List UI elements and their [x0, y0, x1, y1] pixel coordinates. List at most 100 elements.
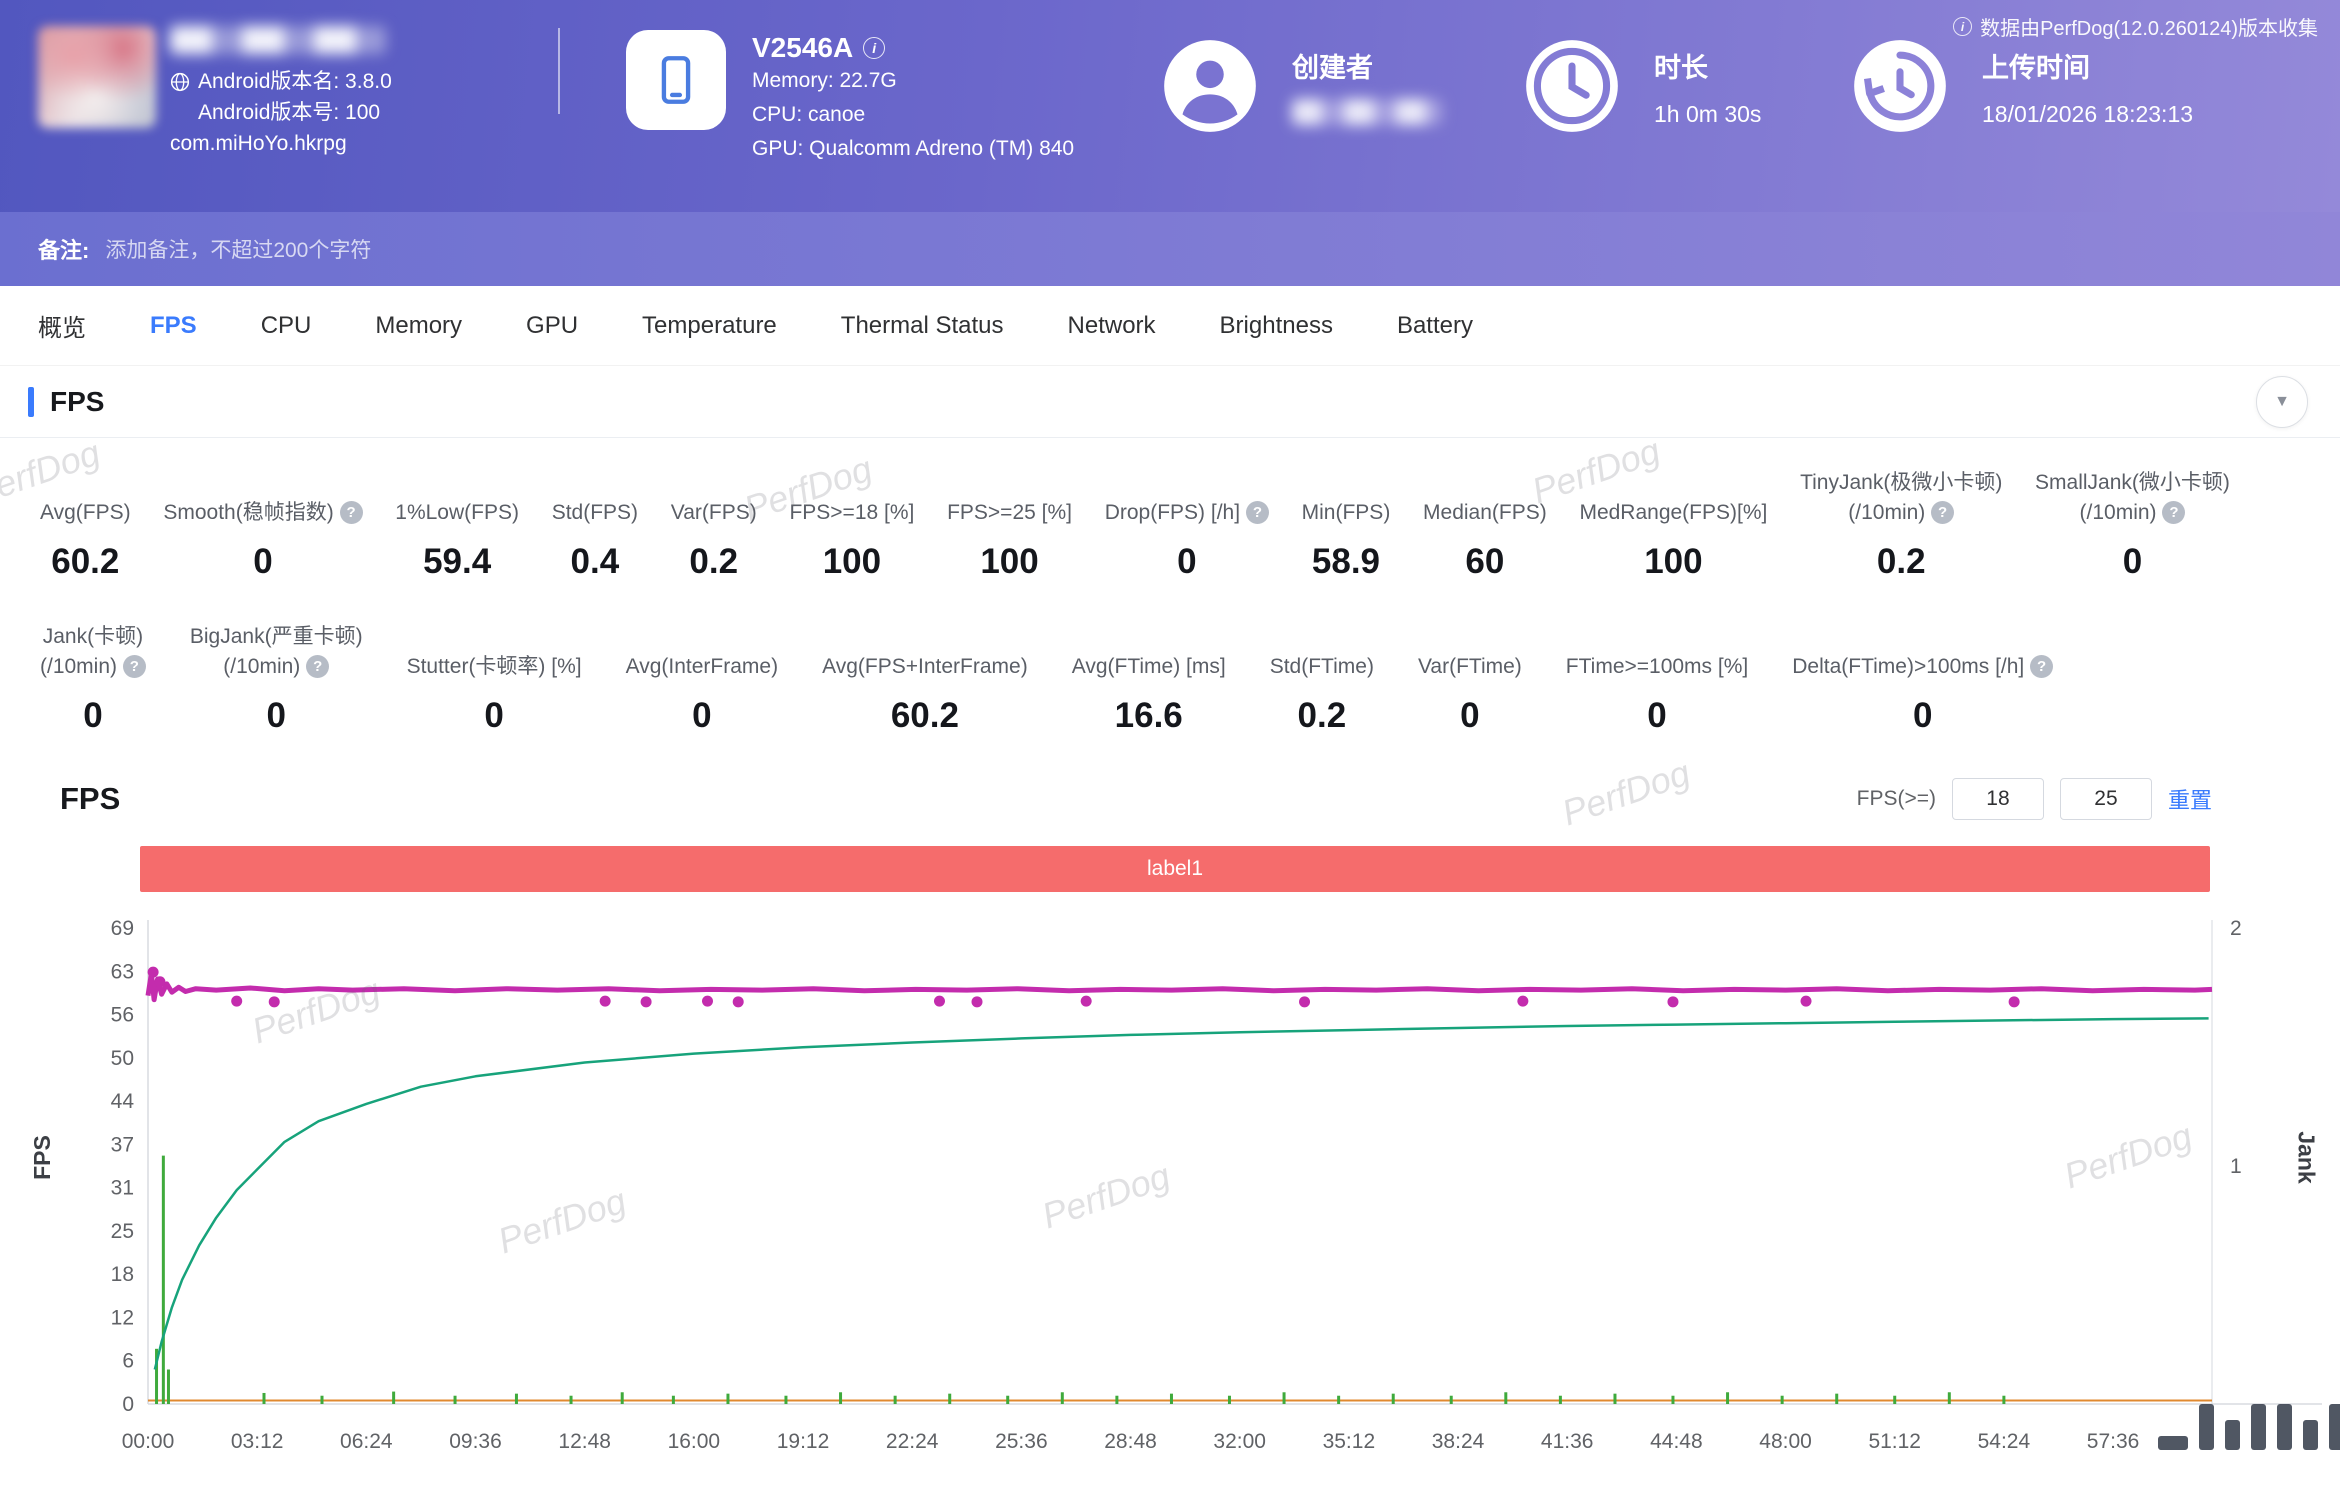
- stat-Median(FPS): Median(FPS)60: [1423, 498, 1547, 582]
- x-tick: 25:36: [995, 1430, 1048, 1453]
- threshold-controls: FPS(>=) 重置: [1857, 778, 2212, 820]
- reset-link[interactable]: 重置: [2168, 783, 2212, 815]
- jank-tick: 2: [2230, 917, 2242, 940]
- stats-row-1: Avg(FPS)60.2Smooth(稳帧指数) ?01%Low(FPS)59.…: [0, 468, 2340, 582]
- tab-GPU[interactable]: GPU: [526, 312, 578, 340]
- help-icon[interactable]: ?: [340, 501, 363, 524]
- tab-FPS[interactable]: FPS: [150, 312, 197, 340]
- stat-Avg(FPS): Avg(FPS)60.2: [40, 498, 131, 582]
- duration-block: 时长 1h 0m 30s: [1522, 36, 1790, 136]
- stat-value: 0: [1105, 542, 1269, 582]
- fps-threshold-high-input[interactable]: [2060, 778, 2152, 820]
- stat-FPS>=25 [%]: FPS>=25 [%]100: [947, 498, 1072, 582]
- note-input[interactable]: 添加备注，不超过200个字符: [105, 234, 371, 264]
- x-tick: 09:36: [449, 1430, 502, 1453]
- tab-Memory[interactable]: Memory: [375, 312, 462, 340]
- tab-bar: 概览 FPS CPU Memory GPU Temperature Thermal Stat…: [0, 286, 2340, 366]
- help-icon[interactable]: ?: [306, 655, 329, 678]
- x-tick: 32:00: [1213, 1430, 1266, 1453]
- stat-value: 0: [1418, 696, 1522, 736]
- stat-Smooth(稳帧指数): Smooth(稳帧指数) ?0: [163, 498, 362, 582]
- android-version-code: Android版本号: 100: [198, 97, 380, 128]
- tab-Network[interactable]: Network: [1068, 312, 1156, 340]
- history-icon: [1850, 36, 1950, 136]
- stat-label: FPS>=18 [%]: [789, 498, 914, 528]
- y-axis-title-fps: FPS: [29, 1135, 56, 1180]
- tab-概览[interactable]: 概览: [38, 308, 86, 343]
- stat-Avg(FPS+InterFrame): Avg(FPS+InterFrame)60.2: [822, 652, 1028, 736]
- app-block: Android版本名: 3.8.0 Android版本号: 100 com.mi…: [38, 26, 558, 159]
- info-icon[interactable]: i: [1953, 17, 1972, 36]
- stat-label: Avg(InterFrame): [626, 652, 779, 682]
- collapse-section-button[interactable]: ▼: [2256, 376, 2308, 428]
- app-name-redacted: [170, 26, 386, 54]
- stat-label: Avg(FPS+InterFrame): [822, 652, 1028, 682]
- device-model: V2546A: [752, 32, 853, 64]
- stat-label: Drop(FPS) [/h] ?: [1105, 498, 1269, 528]
- y-tick: 56: [111, 1004, 134, 1027]
- help-icon[interactable]: ?: [1931, 501, 1954, 524]
- stat-label: Min(FPS): [1302, 498, 1391, 528]
- y-axis-title-jank: Jank: [2292, 1131, 2319, 1183]
- tab-Brightness[interactable]: Brightness: [1220, 312, 1333, 340]
- fps-threshold-low-input[interactable]: [1952, 778, 2044, 820]
- threshold-label: FPS(>=): [1857, 787, 1936, 811]
- stat-TinyJank(极微小卡顿): TinyJank(极微小卡顿)(/10min) ?0.2: [1800, 468, 2002, 582]
- stat-value: 0: [2035, 542, 2230, 582]
- duration-label: 时长: [1654, 46, 1761, 85]
- x-tick: 54:24: [1978, 1430, 2031, 1453]
- upload-block: 上传时间 18/01/2026 18:23:13: [1850, 36, 2193, 136]
- help-icon[interactable]: ?: [1246, 501, 1269, 524]
- fps-dot: [154, 976, 165, 987]
- stat-value: 60: [1423, 542, 1547, 582]
- tab-Battery[interactable]: Battery: [1397, 312, 1473, 340]
- stat-label: Std(FPS): [552, 498, 638, 528]
- device-icon: [626, 30, 726, 130]
- y-tick: 6: [122, 1350, 134, 1373]
- x-tick: 41:36: [1541, 1430, 1594, 1453]
- stat-label: Smooth(稳帧指数) ?: [163, 498, 362, 528]
- stat-1%Low(FPS): 1%Low(FPS)59.4: [395, 498, 519, 582]
- x-tick: 48:00: [1759, 1430, 1812, 1453]
- fps-dot: [600, 996, 611, 1007]
- tab-Temperature[interactable]: Temperature: [642, 312, 777, 340]
- stat-Stutter(卡顿率) [%]: Stutter(卡顿率) [%]0: [407, 652, 582, 736]
- stat-label: BigJank(严重卡顿)(/10min) ?: [190, 622, 363, 682]
- help-icon[interactable]: ?: [2030, 655, 2053, 678]
- x-tick: 28:48: [1104, 1430, 1157, 1453]
- device-block: V2546A i Memory: 22.7G CPU: canoe GPU: Q…: [626, 30, 1096, 166]
- fps-dot: [1667, 996, 1678, 1007]
- x-tick: 03:12: [231, 1430, 284, 1453]
- stat-label: Delta(FTime)>100ms [/h] ?: [1792, 652, 2053, 682]
- fps-chart-area[interactable]: 06121825313744505663691200:0003:1206:240…: [0, 904, 2340, 1466]
- stat-value: 0: [1566, 696, 1748, 736]
- stat-label: 1%Low(FPS): [395, 498, 519, 528]
- app-icon: [38, 26, 156, 128]
- tab-CPU[interactable]: CPU: [261, 312, 312, 340]
- creator-label: 创建者: [1292, 46, 1442, 85]
- stat-value: 0.2: [1270, 696, 1374, 736]
- stat-value: 16.6: [1072, 696, 1226, 736]
- stat-label: TinyJank(极微小卡顿)(/10min) ?: [1800, 468, 2002, 528]
- stat-label: Jank(卡顿)(/10min) ?: [40, 622, 146, 682]
- stat-BigJank(严重卡顿): BigJank(严重卡顿)(/10min) ?0: [190, 622, 363, 736]
- tab-Thermal Status[interactable]: Thermal Status: [841, 312, 1004, 340]
- x-tick: 57:36: [2087, 1430, 2140, 1453]
- fps-dot: [1517, 996, 1528, 1007]
- y-tick: 12: [111, 1306, 134, 1329]
- stats-row-2: Jank(卡顿)(/10min) ? 0 BigJank(严重卡顿)(/10min)…: [0, 622, 2340, 736]
- help-icon[interactable]: ?: [2162, 501, 2185, 524]
- stat-value: 58.9: [1302, 542, 1391, 582]
- device-info-icon[interactable]: i: [863, 37, 885, 59]
- scene-label-banner: label1: [140, 846, 2210, 892]
- fps-chart-panel-header: FPS FPS(>=) 重置: [0, 778, 2340, 820]
- fps-chart-svg: 06121825313744505663691200:0003:1206:240…: [0, 904, 2340, 1466]
- stat-MedRange(FPS)[%]: MedRange(FPS)[%]100: [1579, 498, 1767, 582]
- stat-value: 0: [407, 696, 582, 736]
- stat-value: 0: [626, 696, 779, 736]
- help-icon[interactable]: ?: [123, 655, 146, 678]
- section-accent-bar: [28, 387, 34, 417]
- stat-Drop(FPS) [/h]: Drop(FPS) [/h] ? 0: [1105, 498, 1269, 582]
- stat-label: Std(FTime): [1270, 652, 1374, 682]
- y-tick: 18: [111, 1263, 134, 1286]
